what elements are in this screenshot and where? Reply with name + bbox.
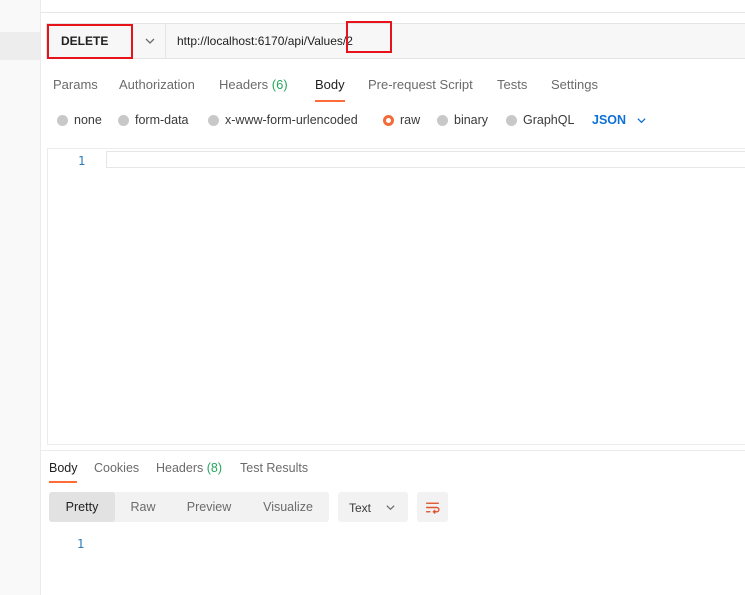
chevron-down-icon: [637, 117, 646, 123]
tab-pre-request-script[interactable]: Pre-request Script: [368, 77, 473, 92]
radio-label: none: [74, 113, 102, 127]
tab-settings[interactable]: Settings: [551, 77, 598, 92]
active-response-tab-indicator: [49, 481, 77, 483]
body-format-select[interactable]: JSON: [592, 113, 647, 127]
response-view-switcher: Pretty Raw Preview Visualize: [49, 492, 329, 522]
radio-label: x-www-form-urlencoded: [225, 113, 358, 127]
radio-binary[interactable]: binary: [437, 113, 488, 127]
url-bar: DELETE http://localhost:6170/api/Values/…: [46, 23, 745, 59]
chevron-down-icon: [386, 505, 395, 511]
response-tab-headers-label: Headers: [156, 461, 204, 475]
radio-dot-selected: [383, 114, 394, 126]
method-highlight-box: [47, 24, 133, 59]
response-divider[interactable]: [41, 450, 745, 451]
request-body-editor[interactable]: 1: [47, 148, 745, 445]
tab-authorization[interactable]: Authorization: [119, 77, 195, 92]
current-line-highlight: [106, 151, 745, 168]
radio-x-www-form-urlencoded[interactable]: x-www-form-urlencoded: [208, 113, 358, 127]
tab-bar-divider: [41, 12, 745, 13]
url-input[interactable]: http://localhost:6170/api/Values/2: [177, 34, 353, 48]
response-line-number: 1: [77, 537, 85, 551]
response-tab-headers[interactable]: Headers (8): [156, 461, 222, 475]
response-format-select[interactable]: Text: [338, 492, 408, 522]
response-tab-headers-count: (8): [206, 461, 223, 475]
radio-label: form-data: [135, 113, 189, 127]
sidebar-active-row[interactable]: [0, 32, 40, 60]
tab-params[interactable]: Params: [53, 77, 98, 92]
response-tab-body[interactable]: Body: [49, 461, 78, 475]
active-tab-indicator: [315, 100, 345, 102]
radio-form-data[interactable]: form-data: [118, 113, 189, 127]
radio-dot: [118, 114, 129, 126]
body-format-label: JSON: [592, 113, 627, 127]
radio-raw[interactable]: raw: [383, 113, 420, 127]
url-divider: [165, 24, 166, 58]
chevron-down-icon: [145, 38, 155, 44]
radio-graphql[interactable]: GraphQL: [506, 113, 574, 127]
radio-label: raw: [400, 113, 421, 127]
radio-label: GraphQL: [523, 113, 575, 127]
view-raw[interactable]: Raw: [115, 492, 171, 522]
response-tab-cookies[interactable]: Cookies: [94, 461, 139, 475]
view-pretty[interactable]: Pretty: [49, 492, 115, 522]
tab-body[interactable]: Body: [315, 77, 345, 92]
radio-dot: [57, 114, 68, 126]
tab-headers-count: (6): [271, 77, 288, 92]
response-format-label: Text: [349, 501, 372, 515]
tab-headers[interactable]: Headers (6): [219, 77, 288, 92]
sidebar-strip: [0, 0, 41, 595]
view-visualize[interactable]: Visualize: [247, 492, 329, 522]
radio-label: binary: [454, 113, 489, 127]
radio-none[interactable]: none: [57, 113, 102, 127]
response-tab-test-results[interactable]: Test Results: [240, 461, 308, 475]
wrap-lines-icon: [426, 502, 440, 515]
line-number: 1: [78, 154, 86, 168]
view-preview[interactable]: Preview: [171, 492, 247, 522]
radio-dot: [506, 114, 517, 126]
tab-headers-label: Headers: [219, 77, 269, 92]
radio-dot: [437, 114, 448, 126]
tab-tests[interactable]: Tests: [497, 77, 527, 92]
wrap-lines-button[interactable]: [417, 492, 448, 522]
radio-dot: [208, 114, 219, 126]
url-id-highlight-box: [346, 21, 392, 53]
